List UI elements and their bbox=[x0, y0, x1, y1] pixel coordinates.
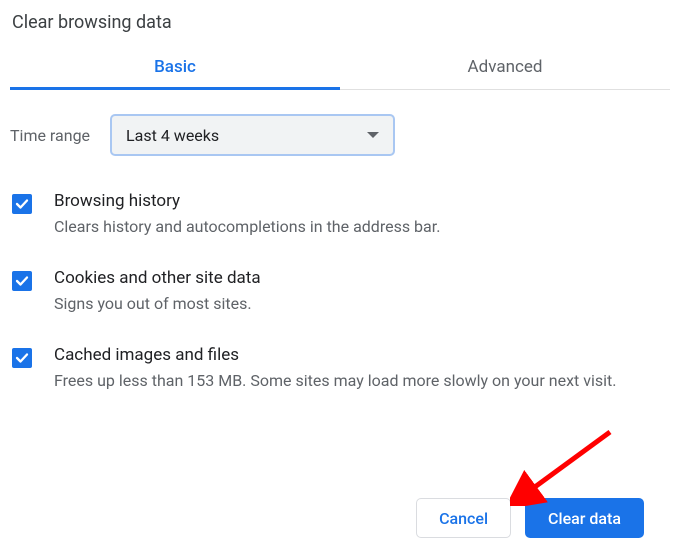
chevron-down-icon bbox=[367, 132, 379, 138]
checkmark-icon bbox=[15, 351, 29, 365]
cancel-button-label: Cancel bbox=[439, 509, 488, 528]
option-text: Browsing history Clears history and auto… bbox=[54, 190, 670, 239]
tab-bar: Basic Advanced bbox=[10, 45, 670, 90]
clear-data-button-label: Clear data bbox=[548, 509, 621, 528]
checkbox-browsing-history[interactable] bbox=[12, 194, 32, 214]
option-desc: Clears history and autocompletions in th… bbox=[54, 215, 664, 239]
checkbox-cached[interactable] bbox=[12, 348, 32, 368]
option-cached: Cached images and files Frees up less th… bbox=[10, 328, 670, 405]
option-cookies: Cookies and other site data Signs you ou… bbox=[10, 251, 670, 328]
time-range-label: Time range bbox=[10, 126, 90, 145]
option-title: Cached images and files bbox=[54, 344, 664, 367]
clear-browsing-data-dialog: Clear browsing data Basic Advanced Time … bbox=[0, 0, 680, 405]
cancel-button[interactable]: Cancel bbox=[416, 498, 511, 538]
tab-advanced[interactable]: Advanced bbox=[340, 45, 670, 89]
option-browsing-history: Browsing history Clears history and auto… bbox=[10, 174, 670, 251]
option-text: Cached images and files Frees up less th… bbox=[54, 344, 670, 393]
time-range-select[interactable]: Last 4 weeks bbox=[110, 114, 395, 156]
checkmark-icon bbox=[15, 197, 29, 211]
option-desc: Frees up less than 153 MB. Some sites ma… bbox=[54, 369, 664, 393]
tab-basic[interactable]: Basic bbox=[10, 45, 340, 89]
tab-advanced-label: Advanced bbox=[468, 57, 543, 77]
option-title: Cookies and other site data bbox=[54, 267, 664, 290]
annotation-arrow-icon bbox=[510, 426, 620, 506]
tab-basic-label: Basic bbox=[154, 57, 196, 77]
dialog-actions: Cancel Clear data bbox=[416, 498, 644, 538]
option-title: Browsing history bbox=[54, 190, 664, 213]
clear-data-button[interactable]: Clear data bbox=[525, 498, 644, 538]
time-range-selected-value: Last 4 weeks bbox=[126, 126, 219, 145]
options-list: Browsing history Clears history and auto… bbox=[10, 166, 670, 405]
dialog-title: Clear browsing data bbox=[10, 8, 670, 45]
checkmark-icon bbox=[15, 274, 29, 288]
checkbox-cookies[interactable] bbox=[12, 271, 32, 291]
option-text: Cookies and other site data Signs you ou… bbox=[54, 267, 670, 316]
time-range-row: Time range Last 4 weeks bbox=[10, 90, 670, 166]
option-desc: Signs you out of most sites. bbox=[54, 292, 664, 316]
